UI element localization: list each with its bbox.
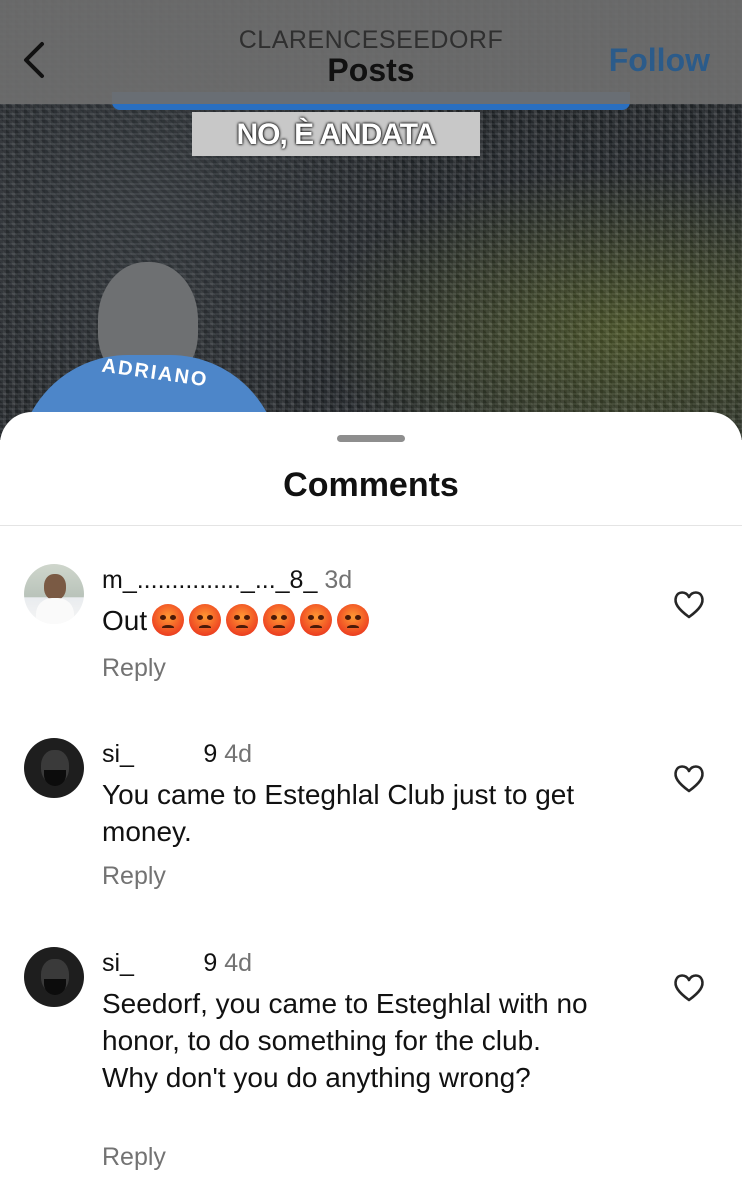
- avatar[interactable]: [24, 738, 84, 798]
- avatar[interactable]: [24, 564, 84, 624]
- comment-username-line: m_..............._..._8_ 3d: [102, 566, 352, 595]
- comment-text: Seedorf, you came to Esteghlal with no h…: [102, 988, 588, 1093]
- top-header: CLARENCESEEDORF Posts Follow: [0, 0, 742, 104]
- reply-button[interactable]: Reply: [102, 862, 166, 891]
- heart-icon[interactable]: [672, 762, 706, 796]
- comment-text: Out: [102, 602, 662, 639]
- angry-face-emoji: [189, 604, 222, 636]
- avatar[interactable]: [24, 947, 84, 1007]
- comment-time: 3d: [324, 566, 353, 594]
- divider: [0, 525, 742, 526]
- comment-username[interactable]: si_ 9: [102, 740, 217, 768]
- heart-icon[interactable]: [672, 971, 706, 1005]
- avatar-body: [36, 598, 74, 624]
- reply-button[interactable]: Reply: [102, 654, 166, 683]
- drag-handle[interactable]: [337, 435, 405, 442]
- avatar-beard: [44, 770, 66, 786]
- avatar-face: [44, 574, 66, 600]
- reply-button[interactable]: Reply: [102, 1143, 166, 1172]
- video-caption: NO, È ANDATA: [236, 118, 436, 151]
- angry-face-emoji: [226, 604, 259, 636]
- comment-username-line: si_ 9 4d: [102, 949, 252, 978]
- comments-sheet: Comments m_..............._..._8_ 3d Out…: [0, 412, 742, 1200]
- follow-button[interactable]: Follow: [609, 42, 710, 79]
- comment-text: You came to Esteghlal Club just to get m…: [102, 779, 575, 847]
- comment-username-line: si_ 9 4d: [102, 740, 252, 769]
- comment-time: 4d: [224, 949, 253, 977]
- avatar-beard: [44, 979, 66, 995]
- angry-face-emoji: [300, 604, 333, 636]
- heart-icon[interactable]: [672, 588, 706, 622]
- angry-face-emoji: [337, 604, 370, 636]
- angry-face-emoji: [263, 604, 296, 636]
- comment-time: 4d: [224, 740, 253, 768]
- comment-username[interactable]: m_..............._..._8_: [102, 566, 317, 594]
- comment-username[interactable]: si_ 9: [102, 949, 217, 977]
- angry-face-emoji: [152, 604, 185, 636]
- sheet-title: Comments: [283, 466, 459, 504]
- comment-text-body: Out: [102, 605, 148, 636]
